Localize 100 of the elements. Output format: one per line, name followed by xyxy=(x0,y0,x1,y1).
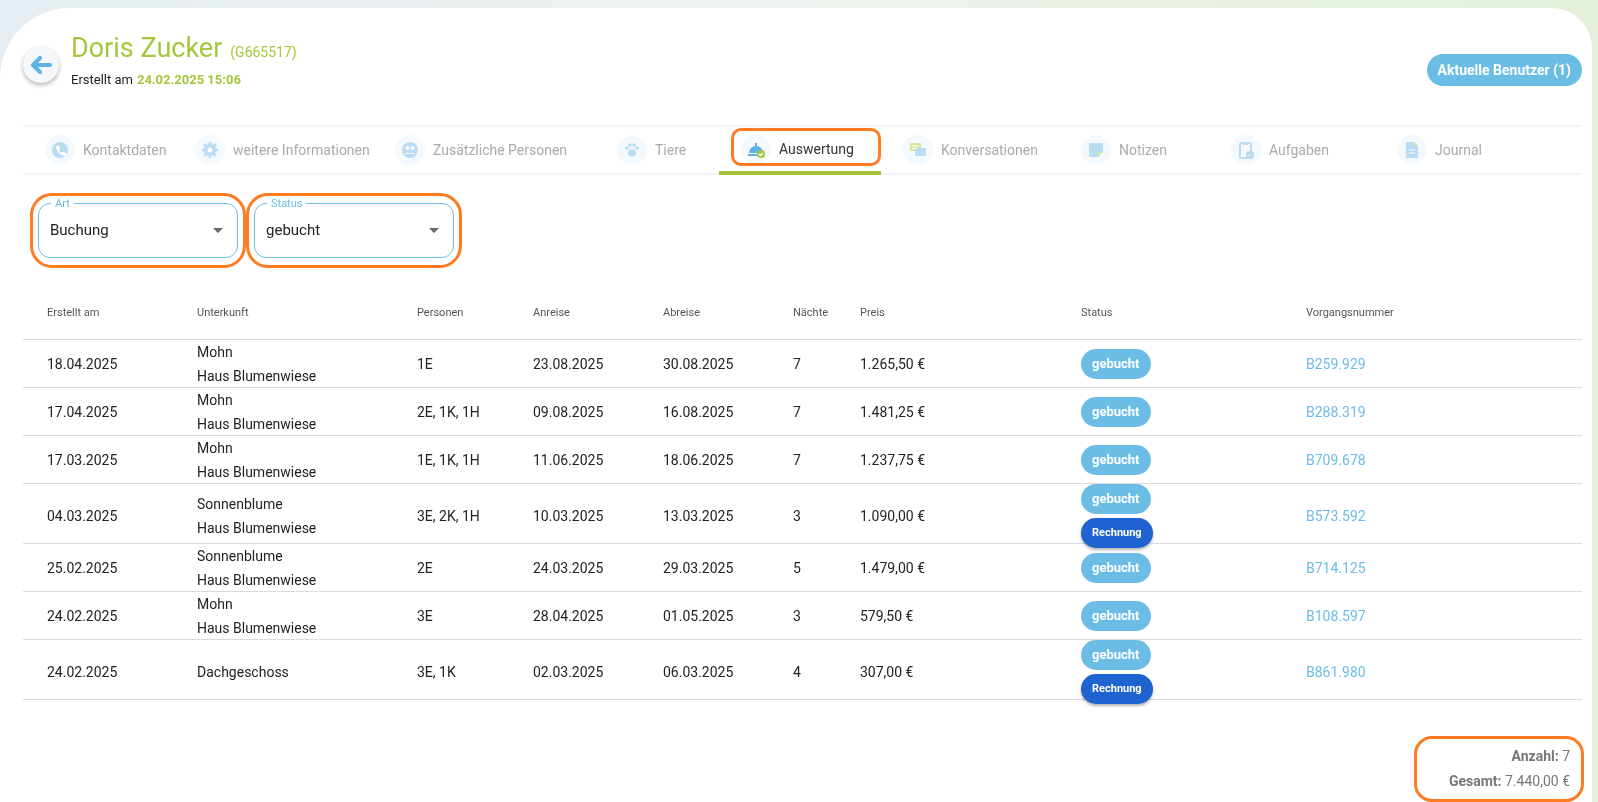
booking-number-link[interactable]: B573.592 xyxy=(1306,507,1366,524)
clipboard-icon xyxy=(1237,141,1255,159)
table-cell: 4 xyxy=(793,663,801,680)
table-cell: 02.03.2025 xyxy=(533,663,604,680)
table-cell-text: Sonnenblume xyxy=(197,495,284,514)
table-cell: 06.03.2025 xyxy=(663,663,734,680)
column-header: Erstellt am xyxy=(46,306,100,320)
table-cell: 16.08.2025 xyxy=(663,403,734,420)
column-header: Unterkunft xyxy=(197,306,249,320)
people-icon xyxy=(401,141,419,159)
table-cell: 28.04.2025 xyxy=(533,607,604,624)
tab[interactable]: Auswertung xyxy=(719,127,881,175)
tab[interactable]: Notizen xyxy=(1059,127,1209,173)
table-cell: 3 xyxy=(793,507,801,524)
table-cell: 18.06.2025 xyxy=(663,451,734,468)
document-icon xyxy=(1403,141,1421,159)
table-cell: 1.090,00 € xyxy=(860,507,925,524)
booking-number-link[interactable]: B288.319 xyxy=(1306,403,1366,420)
tab[interactable]: Kontaktdaten xyxy=(23,127,173,173)
customer-name: Doris Zucker xyxy=(71,31,223,66)
status-badge: gebucht xyxy=(1081,445,1151,475)
back-arrow-icon xyxy=(30,55,52,74)
status-badge: gebucht xyxy=(1081,397,1151,427)
table-cell: 11.06.2025 xyxy=(533,451,604,468)
status-badge: gebucht xyxy=(1081,349,1151,379)
invoice-badge: Rechnung xyxy=(1081,518,1153,548)
table-cell: 23.08.2025 xyxy=(533,355,604,372)
dropdown-caret-icon xyxy=(429,228,439,233)
table-cell: 1.237,75 € xyxy=(860,451,925,468)
table-cell: 579,50 € xyxy=(860,607,914,624)
table-cell-text: Haus Blumenwiese xyxy=(197,519,318,538)
status-badge: gebucht xyxy=(1081,640,1151,670)
tab[interactable]: Konversationen xyxy=(881,127,1059,173)
table-cell-text: Mohn xyxy=(197,595,234,614)
table-cell: 3E xyxy=(417,607,433,624)
customer-code: (G665517) xyxy=(230,43,297,63)
tab[interactable]: Zusätzliche Personen xyxy=(373,127,595,173)
booking-number-link[interactable]: B714.125 xyxy=(1306,559,1366,576)
table-cell: 3 xyxy=(793,607,801,624)
tab[interactable]: Journal xyxy=(1375,127,1555,173)
column-header: Abreise xyxy=(663,306,700,320)
table-cell: 17.04.2025 xyxy=(47,403,118,420)
booking-number-link[interactable]: B861.980 xyxy=(1306,663,1366,680)
booking-number-link[interactable]: B108.597 xyxy=(1306,607,1366,624)
table-cell-text: Sonnenblume xyxy=(197,547,284,566)
booking-number-link[interactable]: B709.678 xyxy=(1306,451,1366,468)
table-cell: 29.03.2025 xyxy=(663,559,734,576)
phone-icon xyxy=(51,141,69,159)
table-cell: 2E xyxy=(417,559,433,576)
current-users-button[interactable]: Aktuelle Benutzer (1) xyxy=(1426,54,1582,86)
status-badge: gebucht xyxy=(1081,484,1151,514)
table-cell: 18.04.2025 xyxy=(47,355,118,372)
table-cell: 1.479,00 € xyxy=(860,559,925,576)
summary-line: Anzahl: 7 xyxy=(1511,747,1570,766)
table-cell-text: Haus Blumenwiese xyxy=(197,463,318,482)
back-button[interactable] xyxy=(23,46,59,83)
table-cell: 25.02.2025 xyxy=(47,559,118,576)
table-cell-text: Haus Blumenwiese xyxy=(197,367,318,386)
table-cell-text: Haus Blumenwiese xyxy=(197,571,318,590)
column-header: Status xyxy=(1081,306,1113,320)
table-cell: 7 xyxy=(793,403,801,420)
booking-number-link[interactable]: B259.929 xyxy=(1306,355,1366,372)
status-badge: gebucht xyxy=(1081,553,1151,583)
table-cell: 3E, 2K, 1H xyxy=(417,507,480,524)
created-date: 24.02.2025 15:06 xyxy=(136,70,241,89)
invoice-badge: Rechnung xyxy=(1081,674,1153,704)
table-cell: 2E, 1K, 1H xyxy=(417,403,480,420)
created-label: Erstellt am xyxy=(71,70,133,89)
table-cell-text: Dachgeschoss xyxy=(197,663,290,682)
tab[interactable]: Aufgaben xyxy=(1209,127,1375,173)
summary-line: Gesamt: 7.440,00 € xyxy=(1448,772,1570,791)
table-cell-text: Haus Blumenwiese xyxy=(197,415,318,434)
gear-icon xyxy=(201,141,219,159)
column-header: Preis xyxy=(860,306,885,320)
tab[interactable]: Tiere xyxy=(595,127,719,173)
column-header: Personen xyxy=(417,306,464,320)
table-cell: 5 xyxy=(793,559,801,576)
table-cell: 1.481,25 € xyxy=(860,403,925,420)
table-cell: 307,00 € xyxy=(860,663,914,680)
table-cell: 7 xyxy=(793,355,801,372)
column-header: Anreise xyxy=(533,306,570,320)
column-header: Vorgangsnummer xyxy=(1306,306,1394,320)
table-cell: 24.03.2025 xyxy=(533,559,604,576)
table-cell: 10.03.2025 xyxy=(533,507,604,524)
table-cell: 1E xyxy=(417,355,433,372)
table-cell: 17.03.2025 xyxy=(47,451,118,468)
chat-icon xyxy=(909,141,927,159)
table-cell: 01.05.2025 xyxy=(663,607,734,624)
table-cell-text: Haus Blumenwiese xyxy=(197,619,318,638)
table-cell-text: Mohn xyxy=(197,343,234,362)
column-header: Nächte xyxy=(793,306,829,320)
tab[interactable]: weitere Informationen xyxy=(173,127,373,173)
table-cell: 7 xyxy=(793,451,801,468)
table-cell: 13.03.2025 xyxy=(663,507,734,524)
table-cell-text: Mohn xyxy=(197,439,234,458)
table-cell: 09.08.2025 xyxy=(533,403,604,420)
table-cell: 04.03.2025 xyxy=(47,507,118,524)
table-cell: 3E, 1K xyxy=(417,663,456,680)
service-bell-icon xyxy=(747,140,765,158)
table-cell: 1E, 1K, 1H xyxy=(417,451,480,468)
